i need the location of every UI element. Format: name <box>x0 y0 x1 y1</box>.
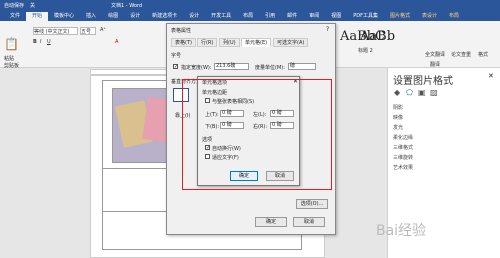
style-heading2[interactable]: AaBb <box>360 29 395 44</box>
watermark: Bai经验 <box>376 223 427 239</box>
cancel-button[interactable]: 取消 <box>293 217 325 227</box>
underline-icon[interactable]: U <box>47 39 51 45</box>
tab-draw[interactable]: 绘图 <box>102 12 124 21</box>
tab-pdf[interactable]: PDF工具集 <box>347 12 384 21</box>
font-size-select[interactable]: 五号 <box>80 27 96 35</box>
preferred-width-label: 指定宽度(W): <box>181 65 212 71</box>
font-name-select[interactable]: 等线 (中文正文) <box>33 27 78 35</box>
pane-item-3d-format[interactable]: 三维格式 <box>393 144 413 151</box>
help-icon[interactable]: ? <box>326 26 329 33</box>
tab-cell[interactable]: 单元格(E) <box>241 38 272 47</box>
tab-review[interactable]: 审阅 <box>303 12 325 21</box>
tab-row[interactable]: 行(R) <box>197 38 218 47</box>
italic-icon[interactable]: I <box>40 39 41 45</box>
measure-label: 度量单位(M): <box>255 65 285 71</box>
close-icon[interactable]: ✕ <box>488 72 494 80</box>
tab-template[interactable]: 模板中心 <box>48 12 80 21</box>
layout-icon[interactable]: ▣ <box>418 88 426 97</box>
translate-full-button[interactable]: 全文翻译 <box>425 51 445 58</box>
fill-line-icon[interactable]: ◆ <box>394 88 400 97</box>
pane-item-soft-edges[interactable]: 柔化边缘 <box>393 134 413 141</box>
tab-design-2[interactable]: 设计 <box>183 12 205 21</box>
autosave-label: 自动保存 <box>4 3 25 9</box>
pane-item-shadow[interactable]: 阴影 <box>393 104 403 111</box>
paste-label[interactable]: 粘贴 <box>4 55 14 62</box>
picture-icon[interactable]: ▨ <box>430 88 438 97</box>
tab-new[interactable]: 新建选项卡 <box>146 12 183 21</box>
document-title: 文档1 - Word <box>111 3 143 9</box>
tab-view[interactable]: 视图 <box>325 12 347 21</box>
tab-developer[interactable]: 开发工具 <box>205 12 237 21</box>
tab-column[interactable]: 列(U) <box>219 38 240 47</box>
title-bar: 自动保存 关 文档1 - Word <box>0 0 500 11</box>
pane-item-reflection[interactable]: 映像 <box>393 114 403 121</box>
pane-item-glow[interactable]: 发光 <box>393 124 403 131</box>
options-button[interactable]: 选项(O)... <box>296 199 328 209</box>
size-section-label: 字号 <box>171 53 182 59</box>
effects-icon[interactable]: ⬠ <box>406 88 413 97</box>
tab-file[interactable]: 文件 <box>4 12 26 21</box>
tab-mailings[interactable]: 邮件 <box>281 12 303 21</box>
ribbon-tabs: 文件 开始 模板中心 插入 绘图 设计 新建选项卡 设计 开发工具 布局 引用 … <box>0 11 500 21</box>
pane-item-artistic[interactable]: 艺术效果 <box>393 164 413 171</box>
font-grow-icon[interactable]: A⁺ <box>100 27 106 33</box>
dialog-title: 表格属性 <box>171 28 192 34</box>
preferred-width-input[interactable]: 213.6磅 <box>214 63 249 70</box>
paste-icon[interactable]: 📋 <box>4 37 19 51</box>
measure-select[interactable]: 磅 <box>288 63 316 70</box>
format-button[interactable]: 格式 <box>478 51 488 58</box>
autosave-toggle[interactable]: 关 <box>30 2 35 9</box>
tab-layout[interactable]: 布局 <box>237 12 259 21</box>
font-color-icon[interactable]: A <box>115 39 118 45</box>
tab-alt-text[interactable]: 可选文字(A) <box>273 38 309 47</box>
pane-title: 设置图片格式 <box>393 76 453 87</box>
ok-button[interactable]: 确定 <box>255 217 287 227</box>
bold-icon[interactable]: B <box>33 39 37 45</box>
clipboard-group-label: 剪贴板 <box>4 63 20 69</box>
paper-check-button[interactable]: 论文查重 <box>451 51 471 58</box>
tab-picture-format[interactable]: 图片格式 <box>384 12 416 21</box>
tab-design[interactable]: 设计 <box>124 12 146 21</box>
tab-home[interactable]: 开始 <box>26 12 49 21</box>
style-heading2-label: 标题 2 <box>358 48 373 54</box>
highlight-box <box>182 79 332 190</box>
pane-item-3d-rotation[interactable]: 三维旋转 <box>393 154 413 161</box>
tab-table[interactable]: 表格(T) <box>171 38 196 47</box>
tab-insert[interactable]: 插入 <box>80 12 102 21</box>
tab-table-design[interactable]: 表设计 <box>416 12 443 21</box>
tab-references[interactable]: 引用 <box>259 12 281 21</box>
tab-table-layout[interactable]: 布局 <box>443 12 465 21</box>
preferred-width-checkbox[interactable]: ✓ <box>173 64 178 70</box>
translate-group-label: 翻译 <box>430 62 441 68</box>
